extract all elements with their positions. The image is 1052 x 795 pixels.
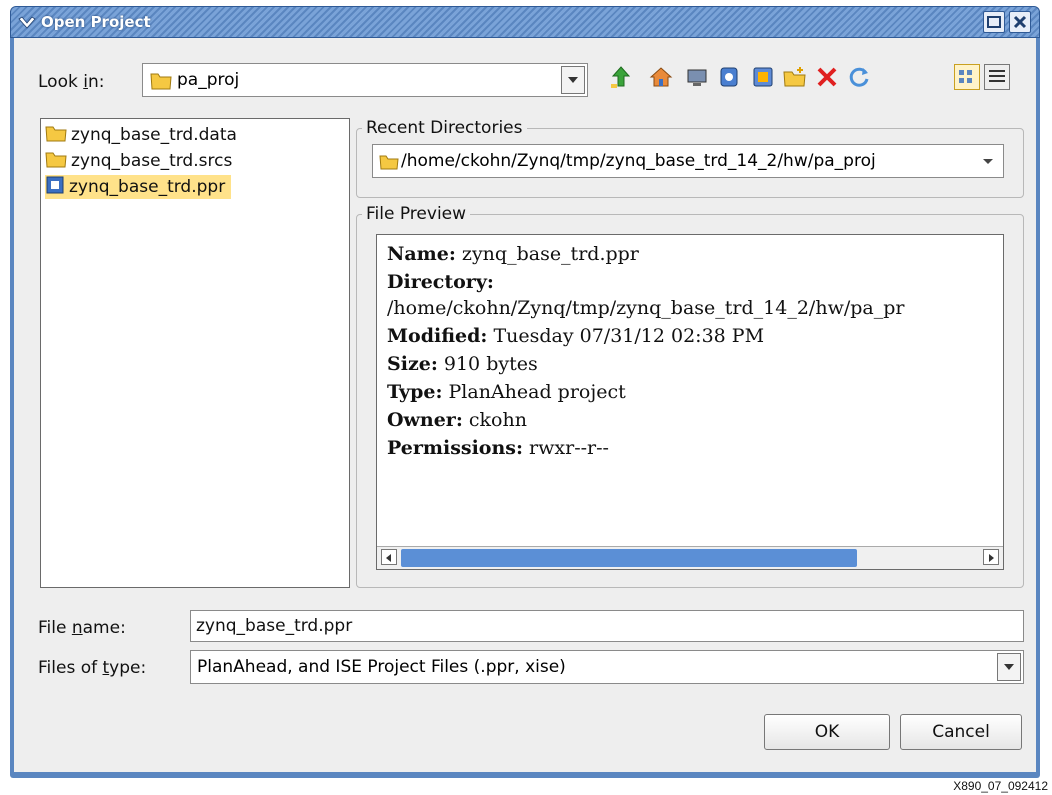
file-preview: Name: zynq_base_trd.ppr Directory: /home… <box>376 234 1004 570</box>
window-menu-icon[interactable] <box>17 13 37 33</box>
list-item[interactable]: zynq_base_trd.ppr <box>45 175 232 200</box>
desktop-icon[interactable] <box>684 64 710 90</box>
list-item[interactable]: zynq_base_trd.srcs <box>45 149 238 173</box>
refresh-icon[interactable] <box>846 64 872 90</box>
recent-directories-combo[interactable]: /home/ckohn/Zynq/tmp/zynq_base_trd_14_2/… <box>372 144 1004 178</box>
scroll-right-icon[interactable] <box>983 549 999 565</box>
preview-owner: Owner: ckohn <box>387 409 527 431</box>
preview-size: Size: 910 bytes <box>387 353 538 375</box>
look-in-combo[interactable]: pa_proj <box>142 63 588 97</box>
file-type-label: Files of type: <box>38 658 147 678</box>
file-list[interactable]: zynq_base_trd.data zynq_base_trd.srcs zy… <box>40 118 350 588</box>
look-in-label: Look in: <box>38 72 105 92</box>
list-item[interactable]: zynq_base_trd.data <box>45 123 243 147</box>
folder-icon <box>379 153 399 175</box>
chevron-down-icon[interactable] <box>561 66 585 94</box>
folder-icon <box>149 69 173 95</box>
folder-icon <box>45 123 67 148</box>
home-icon[interactable] <box>648 64 674 90</box>
details-view-icon[interactable] <box>984 64 1010 90</box>
up-folder-icon[interactable] <box>608 64 634 90</box>
horizontal-scrollbar[interactable] <box>377 546 1003 569</box>
cancel-button[interactable]: Cancel <box>900 714 1022 750</box>
recent-directory-value: /home/ckohn/Zynq/tmp/zynq_base_trd_14_2/… <box>401 151 876 171</box>
delete-icon[interactable] <box>814 64 840 90</box>
file-preview-title: File Preview <box>362 204 471 224</box>
file-name-input[interactable]: zynq_base_trd.ppr <box>190 610 1024 642</box>
file-type-combo[interactable]: PlanAhead, and ISE Project Files (.ppr, … <box>190 650 1024 684</box>
title-bar[interactable]: Open Project <box>10 6 1040 38</box>
preview-name: Name: zynq_base_trd.ppr <box>387 243 639 265</box>
look-in-value: pa_proj <box>177 70 240 90</box>
list-view-icon[interactable] <box>954 64 980 90</box>
preview-directory-label: Directory: <box>387 271 494 293</box>
recent-directories-title: Recent Directories <box>362 118 527 138</box>
preview-directory-value: /home/ckohn/Zynq/tmp/zynq_base_trd_14_2/… <box>387 297 905 319</box>
dialog-body: Look in: pa_proj zynq_base_trd.data zynq… <box>10 38 1040 773</box>
ok-button[interactable]: OK <box>764 714 890 750</box>
window-bottom-border <box>10 772 1040 778</box>
network-icon[interactable] <box>716 64 742 90</box>
preview-permissions: Permissions: rwxr--r-- <box>387 437 609 459</box>
computer-icon[interactable] <box>750 64 776 90</box>
preview-modified: Modified: Tuesday 07/31/12 02:38 PM <box>387 325 765 347</box>
close-button[interactable] <box>1009 11 1031 33</box>
file-type-value: PlanAhead, and ISE Project Files (.ppr, … <box>197 657 566 677</box>
folder-icon <box>45 149 67 174</box>
scroll-left-icon[interactable] <box>381 549 397 565</box>
window-title: Open Project <box>41 13 151 31</box>
file-name-label: File name: <box>38 618 126 638</box>
chevron-down-icon[interactable] <box>981 151 995 175</box>
chevron-down-icon[interactable] <box>997 653 1021 681</box>
new-folder-icon[interactable] <box>782 64 808 90</box>
preview-type: Type: PlanAhead project <box>387 381 626 403</box>
project-file-icon <box>45 175 65 200</box>
maximize-button[interactable] <box>983 11 1005 33</box>
figure-code: X890_07_092412 <box>953 779 1048 793</box>
scroll-thumb[interactable] <box>401 549 857 567</box>
open-project-dialog: Open Project Look in: pa_proj zynq_base_… <box>10 6 1040 778</box>
